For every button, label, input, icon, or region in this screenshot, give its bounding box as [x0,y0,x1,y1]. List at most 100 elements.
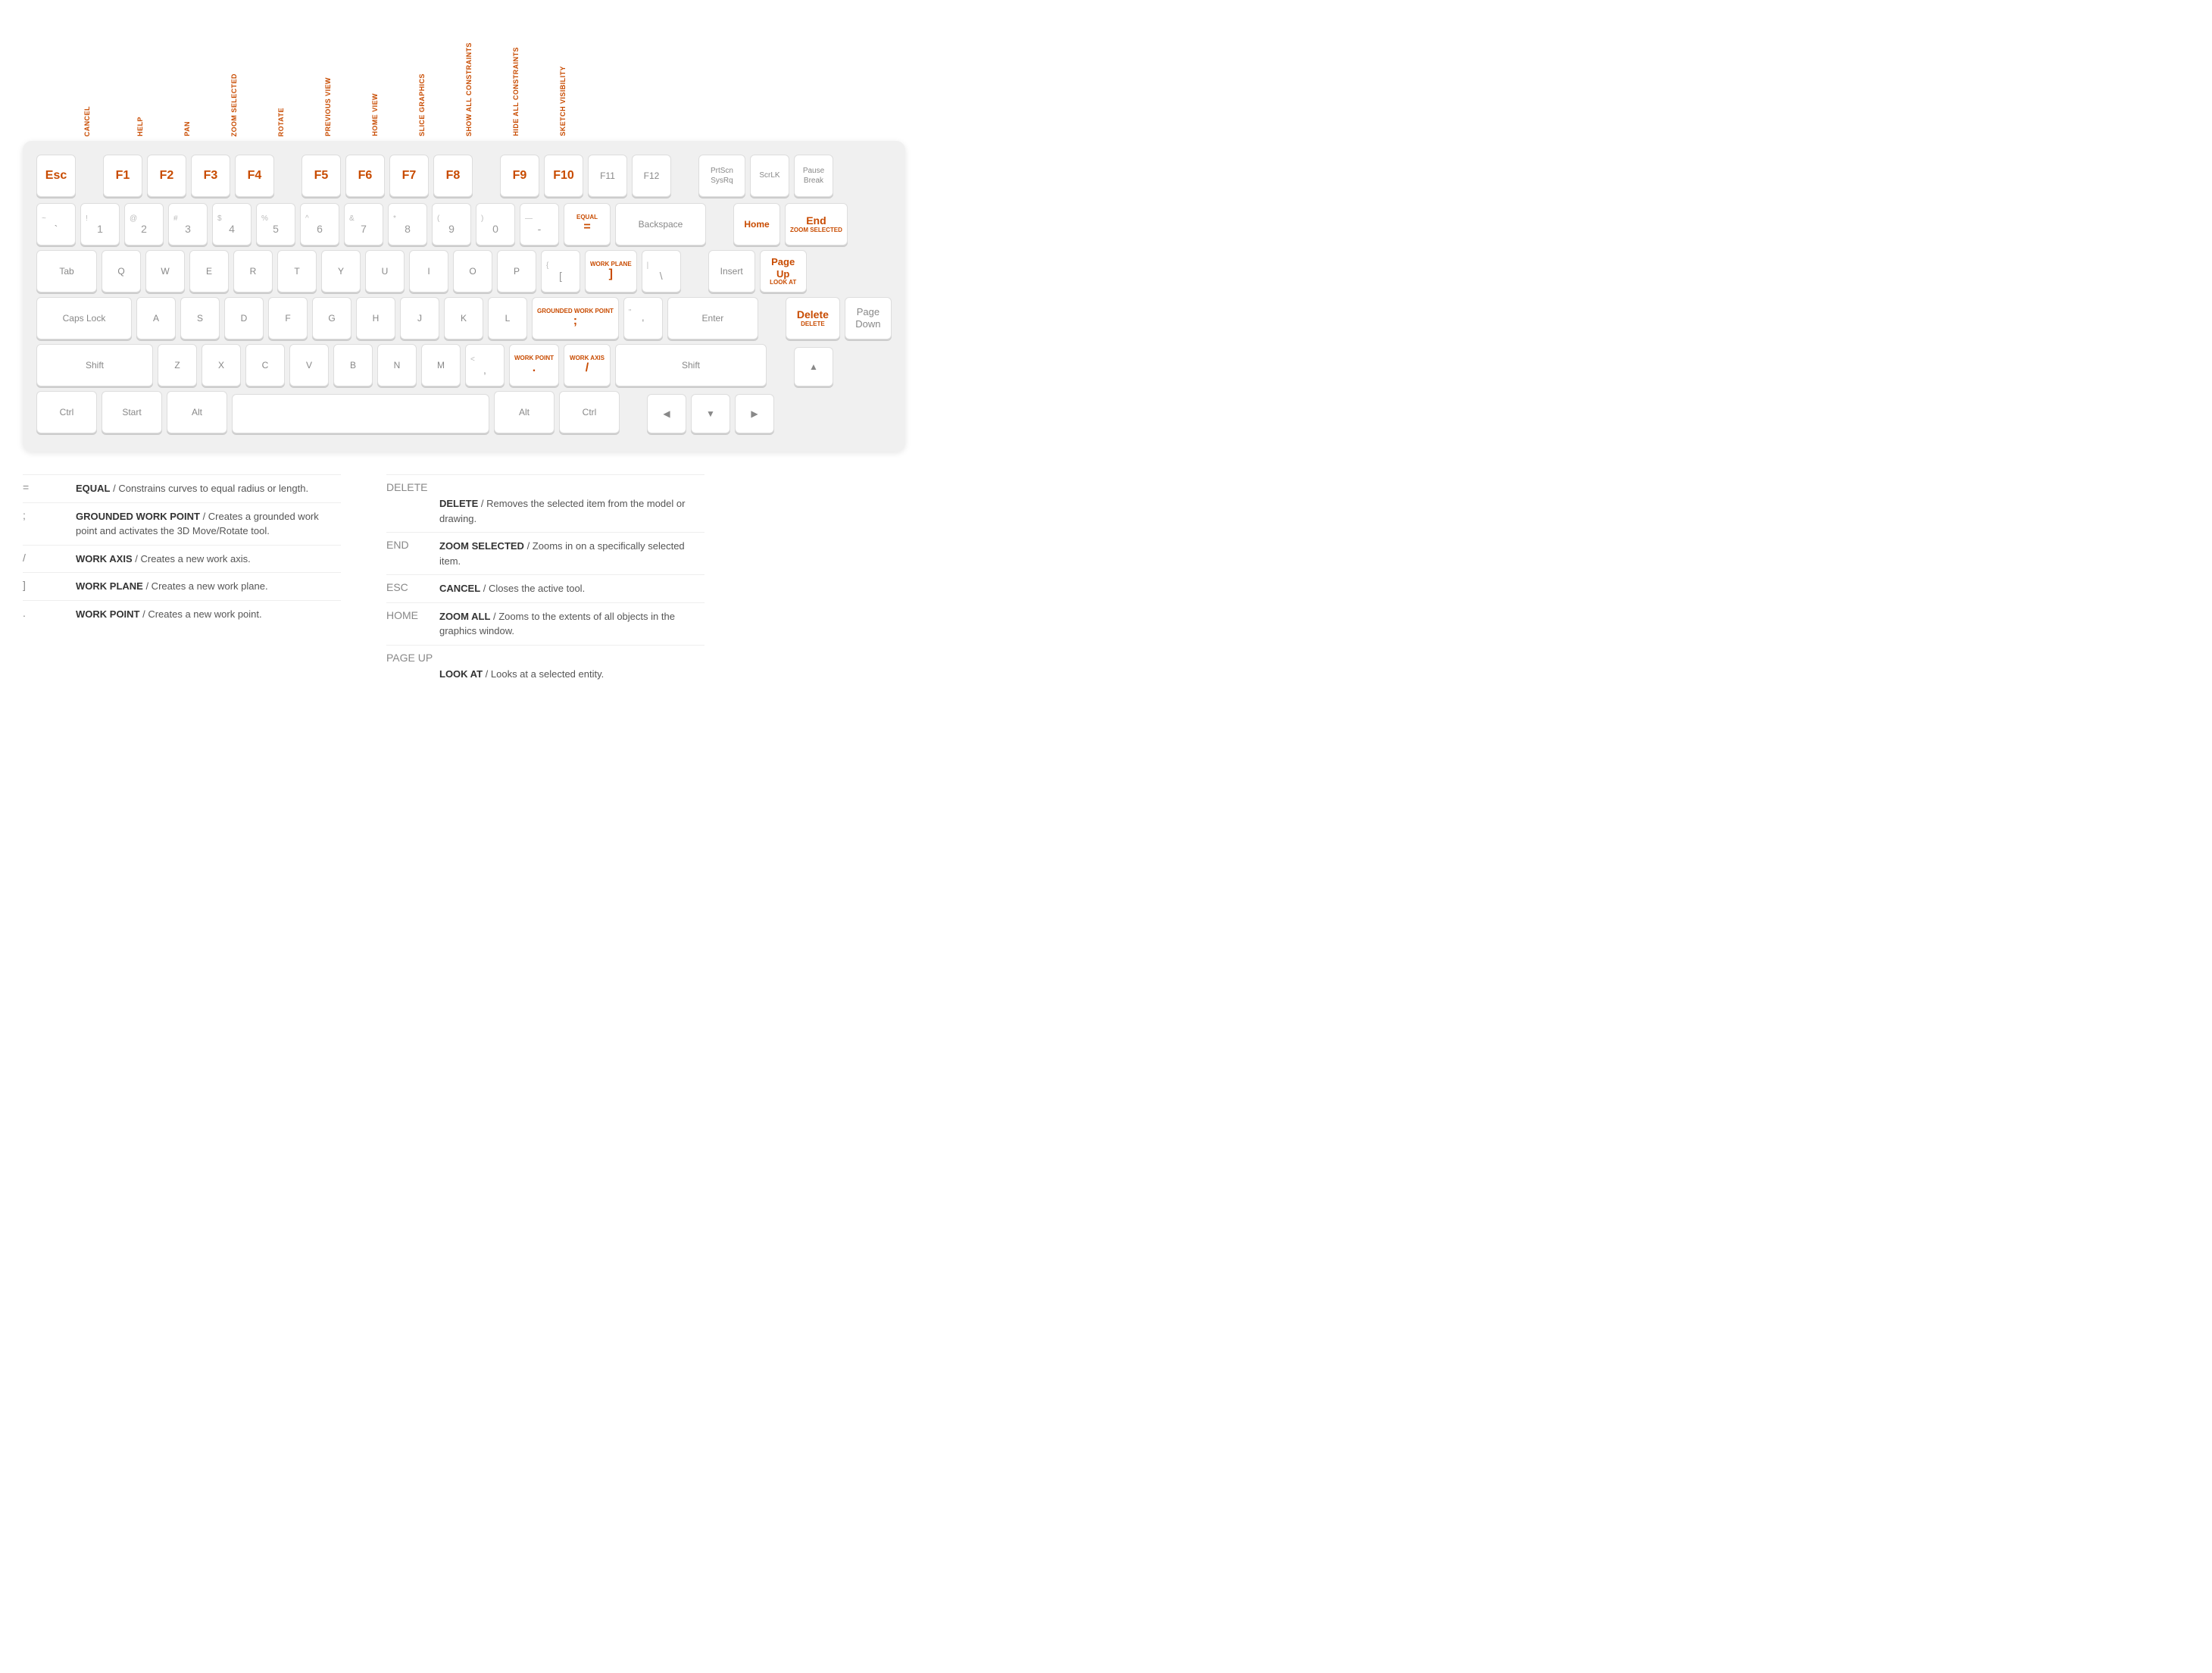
key-8[interactable]: * 8 [388,203,427,245]
key-5[interactable]: % 5 [256,203,295,245]
legend-item-period: . WORK POINT / Creates a new work point. [23,600,341,628]
key-semicolon[interactable]: GROUNDED WORK POINT ; [532,297,619,339]
key-1[interactable]: ! 1 [80,203,120,245]
key-quote[interactable]: " ' [623,297,663,339]
key-x[interactable]: X [202,344,241,386]
key-scrlk[interactable]: ScrLK [750,155,789,197]
key-capslock[interactable]: Caps Lock [36,297,132,339]
key-arrow-right[interactable]: ▶ [735,394,774,433]
key-9[interactable]: ( 9 [432,203,471,245]
key-f9[interactable]: F9 [500,155,539,197]
key-q[interactable]: Q [102,250,141,292]
key-a[interactable]: A [136,297,176,339]
key-b[interactable]: B [333,344,373,386]
fkey-label-f10: SKETCH VISIBILITY [559,66,606,136]
key-arrow-up[interactable]: ▲ [794,347,833,386]
shift-row: Shift Z X C V B N M < , WORK POINT . WOR… [36,344,892,386]
key-z[interactable]: Z [158,344,197,386]
key-c[interactable]: C [245,344,285,386]
key-backslash[interactable]: | \ [642,250,681,292]
key-backspace[interactable]: Backspace [615,203,706,245]
key-f11[interactable]: F11 [588,155,627,197]
bottom-row: Ctrl Start Alt Alt Ctrl ◀ ▼ ▶ [36,391,892,433]
key-d[interactable]: D [224,297,264,339]
key-l[interactable]: L [488,297,527,339]
key-r[interactable]: R [233,250,273,292]
key-o[interactable]: O [453,250,492,292]
key-end[interactable]: End ZOOM SELECTED [785,203,848,245]
key-pageup[interactable]: PageUp LOOK AT [760,250,807,292]
key-f8[interactable]: F8 [433,155,473,197]
key-h[interactable]: H [356,297,395,339]
key-y[interactable]: Y [321,250,361,292]
key-4[interactable]: $ 4 [212,203,252,245]
key-w[interactable]: W [145,250,185,292]
key-3[interactable]: # 3 [168,203,208,245]
key-f5[interactable]: F5 [301,155,341,197]
key-7[interactable]: & 7 [344,203,383,245]
key-f7[interactable]: F7 [389,155,429,197]
key-prtscn[interactable]: PrtScnSysRq [698,155,745,197]
legend-item-slash: / WORK AXIS / Creates a new work axis. [23,545,341,573]
key-i[interactable]: I [409,250,448,292]
key-pause[interactable]: PauseBreak [794,155,833,197]
key-insert[interactable]: Insert [708,250,755,292]
key-ctrl-left[interactable]: Ctrl [36,391,97,433]
key-equal[interactable]: EQUAL = [564,203,611,245]
function-row: Esc F1 F2 F3 F4 F5 F6 F7 F8 F9 [36,155,892,197]
key-g[interactable]: G [312,297,351,339]
key-p[interactable]: P [497,250,536,292]
key-2[interactable]: @ 2 [124,203,164,245]
key-f10[interactable]: F10 [544,155,583,197]
key-pagedown[interactable]: PageDown [845,297,892,339]
key-minus[interactable]: — - [520,203,559,245]
key-v[interactable]: V [289,344,329,386]
key-f6[interactable]: F6 [345,155,385,197]
legend-item-delete: DELETE / Removes the selected item from … [386,496,705,532]
key-0[interactable]: ) 0 [476,203,515,245]
key-f12[interactable]: F12 [632,155,671,197]
key-f2[interactable]: F2 [147,155,186,197]
key-n[interactable]: N [377,344,417,386]
fkey-label-f12: F12 [653,124,700,136]
key-arrow-down[interactable]: ▼ [691,394,730,433]
key-f[interactable]: F [268,297,308,339]
key-e[interactable]: E [189,250,229,292]
keyboard: Esc F1 F2 F3 F4 F5 F6 F7 F8 F9 [23,141,905,452]
fkey-label-f8: SHOW ALL CONSTRAINTS [465,42,512,136]
key-alt-right[interactable]: Alt [494,391,555,433]
key-s[interactable]: S [180,297,220,339]
key-home[interactable]: Home [733,203,780,245]
key-u[interactable]: U [365,250,405,292]
key-rbracket[interactable]: WORK PLANE ] [585,250,637,292]
key-esc[interactable]: Esc [36,155,76,197]
key-k[interactable]: K [444,297,483,339]
tab-row: Tab Q W E R T Y U I O P { [ WORK PLANE ]… [36,250,892,292]
key-arrow-left[interactable]: ◀ [647,394,686,433]
key-tilde[interactable]: ~ ` [36,203,76,245]
key-shift-left[interactable]: Shift [36,344,153,386]
fkey-label-f4: ROTATE [277,108,324,136]
key-ctrl-right[interactable]: Ctrl [559,391,620,433]
key-j[interactable]: J [400,297,439,339]
key-m[interactable]: M [421,344,461,386]
key-f4[interactable]: F4 [235,155,274,197]
key-start[interactable]: Start [102,391,162,433]
key-shift-right[interactable]: Shift [615,344,767,386]
key-f3[interactable]: F3 [191,155,230,197]
key-t[interactable]: T [277,250,317,292]
key-alt-left[interactable]: Alt [167,391,227,433]
key-comma[interactable]: < , [465,344,505,386]
key-space[interactable] [232,394,489,433]
legend-item-esc: ESC CANCEL / Closes the active tool. [386,574,705,602]
key-enter[interactable]: Enter [667,297,758,339]
key-tab[interactable]: Tab [36,250,97,292]
fkey-label-f5: PREVIOUS VIEW [324,77,371,136]
key-6[interactable]: ^ 6 [300,203,339,245]
key-f1[interactable]: F1 [103,155,142,197]
key-period[interactable]: WORK POINT . [509,344,559,386]
key-slash[interactable]: WORK AXIS / [564,344,611,386]
key-lbracket[interactable]: { [ [541,250,580,292]
legend-item-equal: = EQUAL / Constrains curves to equal rad… [23,474,341,502]
key-delete[interactable]: Delete DELETE [786,297,840,339]
